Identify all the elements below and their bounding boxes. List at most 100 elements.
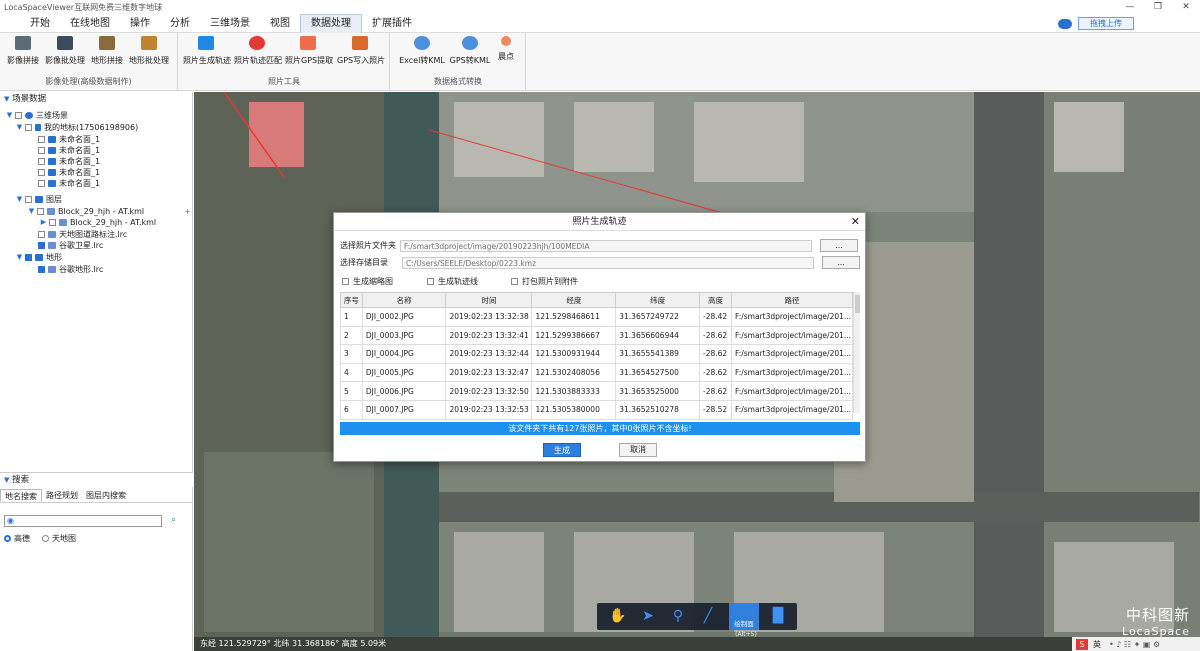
cancel-button[interactable]: 取消 xyxy=(619,443,657,457)
browse-save-button[interactable]: ... xyxy=(822,256,860,269)
checkbox[interactable] xyxy=(15,112,22,119)
search-header[interactable]: ▼ 搜索 xyxy=(0,473,193,487)
search-icon[interactable]: ⌕ xyxy=(171,515,176,525)
menu-plugins[interactable]: 扩展插件 xyxy=(362,15,422,33)
checkbox[interactable] xyxy=(37,208,44,215)
checkbox[interactable] xyxy=(38,231,45,238)
tree-item[interactable]: ▼ Block_29_hjh - AT.kml + xyxy=(28,206,191,217)
table-row[interactable]: 3 DJI_0004.JPG 2019:02:23 13:32:44 121.5300… xyxy=(340,344,854,364)
col-longitude[interactable]: 经度 xyxy=(531,292,617,308)
checkbox[interactable] xyxy=(38,136,45,143)
checkbox[interactable] xyxy=(38,180,45,187)
tree-item[interactable]: 未命名面_1 xyxy=(38,178,100,189)
menu-operate[interactable]: 操作 xyxy=(120,15,160,33)
menu-view[interactable]: 视图 xyxy=(260,15,300,33)
tab-place-search[interactable]: 地名搜索 xyxy=(0,489,42,502)
menu-analysis[interactable]: 分析 xyxy=(160,15,200,33)
checkbox[interactable] xyxy=(38,169,45,176)
checkbox[interactable] xyxy=(511,278,518,285)
radio-gaode[interactable] xyxy=(4,535,11,542)
line-icon[interactable]: ╱ xyxy=(695,603,721,630)
point-button[interactable]: 晨点 xyxy=(483,36,529,62)
browse-folder-button[interactable]: ... xyxy=(820,239,858,252)
col-height[interactable]: 高度 xyxy=(699,292,732,308)
ime-logo-icon[interactable]: S xyxy=(1076,638,1088,650)
terrain-batch-button[interactable]: 地形批处理 xyxy=(126,36,172,66)
col-index[interactable]: 序号 xyxy=(340,292,363,308)
checkbox[interactable] xyxy=(25,254,32,261)
maximize-button[interactable]: ❐ xyxy=(1144,0,1172,15)
table-row[interactable]: 1 DJI_0002.JPG 2019:02:23 13:32:38 121.5298… xyxy=(340,307,854,327)
option-pack-photos[interactable]: 打包照片到附件 xyxy=(511,276,578,287)
table-row[interactable]: 2 DJI_0003.JPG 2019:02:23 13:32:41 121.5299… xyxy=(340,325,854,346)
checkbox[interactable] xyxy=(38,242,45,249)
expand-icon[interactable]: ▼ xyxy=(16,194,23,205)
generate-button[interactable]: 生成 xyxy=(543,443,581,457)
checkbox[interactable] xyxy=(427,278,434,285)
table-scrollbar[interactable] xyxy=(853,292,860,413)
radio-tianditu[interactable] xyxy=(42,535,49,542)
scroll-thumb[interactable] xyxy=(855,295,860,313)
pointer-icon[interactable]: ➤ xyxy=(635,603,661,630)
tree-item[interactable]: ▶ Block_29_hjh - AT.kml xyxy=(40,217,156,228)
col-path[interactable]: 路径 xyxy=(730,292,854,308)
checkbox[interactable] xyxy=(38,158,45,165)
table-row[interactable]: 6 DJI_0007.JPG 2019:02:23 13:32:53 121.5305… xyxy=(340,399,854,420)
image-mosaic-button[interactable]: 影像拼接 xyxy=(0,36,46,66)
menu-online-map[interactable]: 在线地图 xyxy=(60,15,120,33)
checkbox[interactable] xyxy=(342,278,349,285)
terrain-mosaic-button[interactable]: 地形拼接 xyxy=(84,36,130,66)
expand-icon[interactable]: ▼ xyxy=(16,252,23,263)
save-dir-field[interactable]: C:/Users/SEELE/Desktop/0223.kmz xyxy=(402,256,814,269)
table-row[interactable]: 5 DJI_0006.JPG 2019:02:23 13:32:50 121.5303… xyxy=(340,381,854,401)
scene-data-header[interactable]: ▼ 场景数据 xyxy=(0,92,192,106)
photo-match-button[interactable]: 照片轨迹匹配 xyxy=(234,36,282,66)
tree-item[interactable]: 未命名面_1 xyxy=(38,145,100,156)
tree-item[interactable]: 未命名面_1 xyxy=(38,134,100,145)
chart-icon[interactable]: ▐▌ xyxy=(765,603,791,630)
expand-icon[interactable]: ▶ xyxy=(40,217,47,228)
hand-icon[interactable]: ✋ xyxy=(605,603,631,630)
tree-item[interactable]: ▼ 我的地标(17506198906) xyxy=(16,122,138,133)
checkbox[interactable] xyxy=(38,266,45,273)
close-window-button[interactable]: ✕ xyxy=(1172,0,1200,15)
gps-write-button[interactable]: GPS写入照片 xyxy=(337,36,385,66)
image-batch-button[interactable]: 影像批处理 xyxy=(42,36,88,66)
tree-item[interactable]: ▼ 图层 xyxy=(16,194,62,205)
table-row[interactable]: 4 DJI_0005.JPG 2019:02:23 13:32:47 121.5302… xyxy=(340,362,854,383)
photo-track-button[interactable]: 照片生成轨迹 xyxy=(183,36,231,66)
tray-icons[interactable]: • ♪ ☷ ✦ ▣ ⚙ xyxy=(1109,640,1160,649)
add-icon[interactable]: + xyxy=(184,206,191,217)
tree-item[interactable]: 未命名面_1 xyxy=(38,167,100,178)
checkbox[interactable] xyxy=(49,219,56,226)
expand-icon[interactable]: ▼ xyxy=(28,206,35,217)
expand-icon[interactable]: ▼ xyxy=(16,122,23,133)
menu-3d-scene[interactable]: 三维场景 xyxy=(200,15,260,33)
checkbox[interactable] xyxy=(38,147,45,154)
tab-layer-search[interactable]: 图层内搜索 xyxy=(82,489,130,502)
search-input[interactable]: ◉ xyxy=(4,515,162,527)
tree-item[interactable]: 未命名面_1 xyxy=(38,156,100,167)
tab-route[interactable]: 路径规划 xyxy=(42,489,82,502)
menu-data-processing[interactable]: 数据处理 xyxy=(300,14,362,33)
tree-item[interactable]: 谷歌地形.lrc xyxy=(38,264,103,275)
option-trackline[interactable]: 生成轨迹线 xyxy=(427,276,478,287)
tree-item[interactable]: ▼ 地形 xyxy=(16,252,62,263)
checkbox[interactable] xyxy=(25,124,32,131)
close-icon[interactable]: ✕ xyxy=(851,213,860,231)
tree-item[interactable]: 谷歌卫星.lrc xyxy=(38,240,103,251)
tree-item[interactable]: ▼ 三维场景 xyxy=(6,110,68,121)
option-thumbnail[interactable]: 生成缩略图 xyxy=(342,276,393,287)
upload-button[interactable]: 拖拽上传 xyxy=(1078,17,1134,30)
col-name[interactable]: 名称 xyxy=(361,292,447,308)
minimize-button[interactable]: — xyxy=(1116,0,1144,15)
draw-polygon-button[interactable]: 绘制面 xyxy=(729,603,759,630)
checkbox[interactable] xyxy=(25,196,32,203)
gps-extract-button[interactable]: 照片GPS提取 xyxy=(285,36,333,66)
tree-item[interactable]: 天地图道路标注.lrc xyxy=(38,229,127,240)
placemark-icon[interactable]: ⚲ xyxy=(665,603,691,630)
ime-mode[interactable]: 英 xyxy=(1093,639,1101,650)
expand-icon[interactable]: ▼ xyxy=(6,110,13,121)
col-latitude[interactable]: 纬度 xyxy=(615,292,701,308)
excel-kml-button[interactable]: Excel转KML xyxy=(399,36,445,66)
